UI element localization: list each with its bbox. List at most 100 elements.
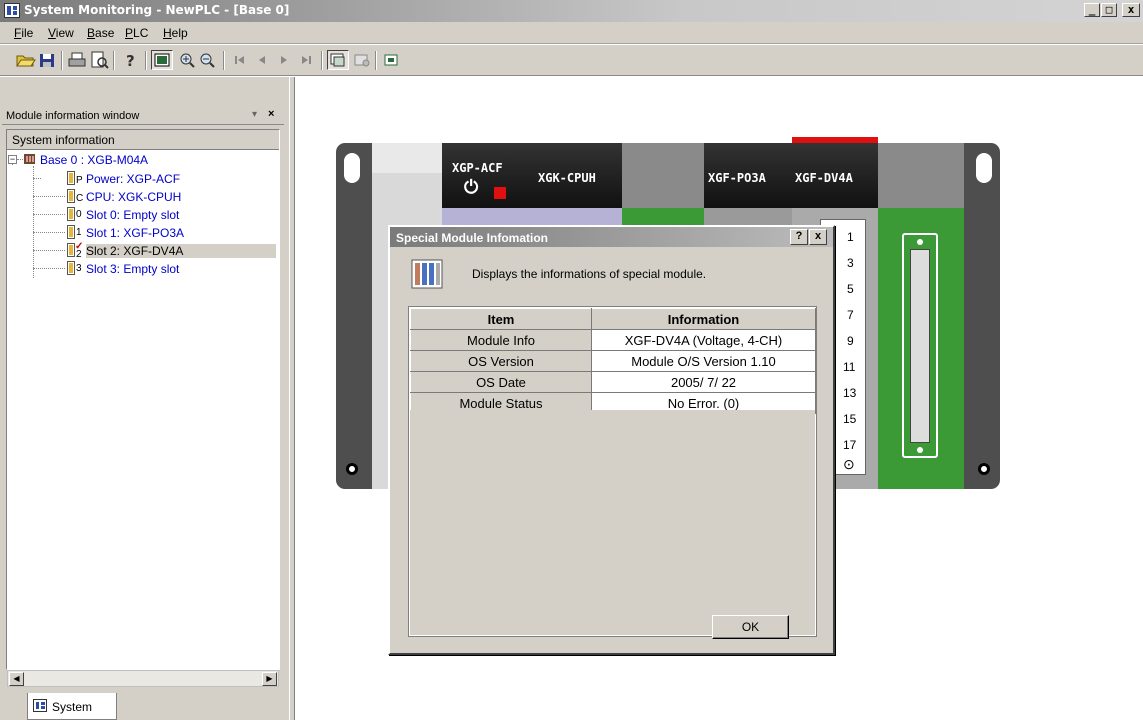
print-icon[interactable]: [66, 50, 88, 70]
module-letter: P: [76, 175, 83, 186]
tab-system[interactable]: System: [27, 693, 117, 720]
tree-item-base[interactable]: Base 0 : XGB-M04A: [40, 153, 148, 167]
menu-view[interactable]: View: [48, 26, 74, 40]
tree-item-slot-0[interactable]: Slot 0: Empty slot: [86, 208, 179, 222]
dialog-description: Displays the informations of special mod…: [472, 267, 707, 281]
collapse-toggle[interactable]: −: [8, 155, 17, 164]
panel-splitter[interactable]: [289, 77, 295, 720]
slot-3[interactable]: [878, 143, 964, 208]
module-letter: 3: [76, 263, 82, 274]
menu-bar: File View Base PLC Help: [0, 22, 1143, 44]
terminal-number: 17: [843, 438, 857, 452]
slot-0[interactable]: [622, 143, 704, 208]
mount-hole: [346, 463, 358, 475]
panel-header: Module information window ▾ ×: [2, 108, 284, 125]
tree-content: − Base 0 : XGB-M04A P Power: XGP-ACF C C…: [7, 151, 279, 286]
power-module[interactable]: XGP-ACF ⏻: [442, 143, 534, 208]
tree-item-cpu[interactable]: CPU: XGK-CPUH: [86, 190, 181, 204]
dialog-title: Special Module Infomation: [396, 231, 549, 245]
terminal-number: 13: [843, 386, 857, 400]
slot-module-icon: [67, 243, 75, 257]
menu-base[interactable]: Base: [87, 26, 114, 40]
save-icon[interactable]: [36, 50, 58, 70]
help-icon[interactable]: ?: [119, 50, 141, 70]
terminal-number: 11: [843, 360, 856, 374]
menu-file[interactable]: File: [14, 26, 33, 40]
module-letter: 0: [76, 209, 82, 220]
module-letter: 1: [76, 227, 82, 238]
terminal-number: 3: [847, 256, 854, 270]
terminal-number: 5: [847, 282, 854, 296]
connector: [902, 233, 938, 458]
tree-header-label: System information: [12, 133, 115, 147]
row-item: OS Version: [410, 350, 592, 372]
module-letter: C: [76, 193, 84, 204]
table-row: OS Version Module O/S Version 1.10: [410, 350, 816, 372]
terminal-number: 15: [843, 412, 857, 426]
monitor-icon[interactable]: [327, 50, 349, 70]
last-icon[interactable]: [295, 50, 317, 70]
tree-item-power[interactable]: Power: XGP-ACF: [86, 172, 180, 186]
dialog-help-button[interactable]: ?: [790, 229, 808, 245]
window-title: System Monitoring - NewPLC - [Base 0]: [24, 3, 290, 17]
zoom-in-icon[interactable]: [177, 50, 199, 70]
maximize-button[interactable]: □: [1101, 3, 1117, 17]
tree-item-slot-2[interactable]: Slot 2: XGF-DV4A: [86, 244, 276, 258]
tree-item-slot-3[interactable]: Slot 3: Empty slot: [86, 262, 179, 276]
previous-icon[interactable]: [251, 50, 273, 70]
table-row: OS Date 2005/ 7/ 22: [410, 371, 816, 393]
special-module-icon: [408, 256, 448, 294]
next-icon[interactable]: [273, 50, 295, 70]
system-view-icon[interactable]: [151, 50, 173, 70]
svg-text:?: ?: [126, 52, 135, 70]
column-header-item: Item: [410, 308, 592, 330]
scroll-left-icon[interactable]: ◀: [9, 672, 24, 686]
horizontal-scrollbar[interactable]: ◀ ▶: [7, 670, 279, 687]
ok-button[interactable]: OK: [712, 615, 789, 639]
app-icon: [4, 3, 20, 18]
dialog-close-button[interactable]: x: [809, 229, 827, 245]
io-info-icon[interactable]: [351, 50, 373, 70]
scroll-right-icon[interactable]: ▶: [262, 672, 277, 686]
row-item: OS Date: [410, 371, 592, 393]
mount-hole: [978, 463, 990, 475]
tree-item-slot-1[interactable]: Slot 1: XGF-PO3A: [86, 226, 184, 240]
slot-1-module[interactable]: XGF-PO3A: [704, 143, 792, 208]
open-icon[interactable]: [14, 50, 36, 70]
first-icon[interactable]: [229, 50, 251, 70]
row-value: XGF-DV4A (Voltage, 4-CH): [591, 329, 816, 351]
print-preview-icon[interactable]: [88, 50, 110, 70]
slot-2-module[interactable]: XGF-DV4A: [792, 143, 878, 208]
slot-1-label: XGF-PO3A: [708, 171, 766, 185]
minimize-button[interactable]: _: [1084, 3, 1100, 17]
power-led: [494, 187, 506, 199]
menu-help[interactable]: Help: [163, 26, 188, 40]
power-icon: ⏻: [464, 177, 479, 198]
mount-hole: [976, 153, 992, 183]
column-header-information: Information: [591, 308, 816, 330]
slot-2-label: XGF-DV4A: [795, 171, 853, 185]
terminal-screw-icon: ⊙: [843, 456, 855, 472]
close-button[interactable]: x: [1122, 3, 1140, 17]
cpu-module[interactable]: XGK-CPUH: [534, 143, 622, 208]
row-value: 2005/ 7/ 22: [591, 371, 816, 393]
slot-module-icon: [67, 261, 75, 275]
mount-hole: [344, 153, 360, 183]
panel-dropdown-icon[interactable]: ▾: [252, 109, 257, 120]
tab-system-label: System: [52, 700, 93, 714]
power-module-icon: [67, 171, 75, 185]
terminal-number: 1: [847, 230, 854, 244]
panel-close-icon[interactable]: ×: [268, 108, 274, 120]
row-value: Module O/S Version 1.10: [591, 350, 816, 372]
terminal-number: 7: [847, 308, 854, 322]
slot-module-icon: [67, 225, 75, 239]
zoom-out-icon[interactable]: [197, 50, 219, 70]
module-icon[interactable]: [380, 50, 402, 70]
row-item: Module Info: [410, 329, 592, 351]
system-tab-icon: [33, 699, 47, 712]
cpu-module-label: XGK-CPUH: [538, 171, 596, 185]
menu-plc[interactable]: PLC: [125, 26, 148, 40]
toolbar: ?: [0, 45, 1143, 76]
base-icon: [23, 153, 36, 165]
cpu-module-icon: [67, 189, 75, 203]
